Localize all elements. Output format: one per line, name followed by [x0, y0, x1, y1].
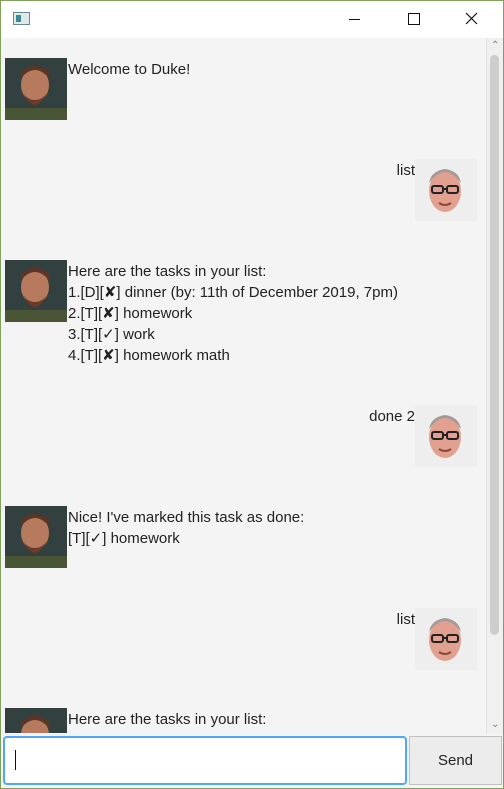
duke-message: Nice! I've marked this task as done: [T]… — [68, 509, 305, 547]
user-message: done 2 — [369, 408, 415, 425]
user-avatar-icon — [415, 405, 477, 467]
send-button[interactable]: Send — [409, 736, 502, 785]
duke-avatar-icon — [5, 708, 67, 733]
vertical-scrollbar[interactable]: ⌃ ⌄ — [486, 38, 503, 733]
scrollbar-thumb[interactable] — [490, 55, 499, 635]
scroll-down-icon[interactable]: ⌄ — [491, 720, 499, 730]
duke-message: Welcome to Duke! — [68, 61, 191, 78]
message-input[interactable] — [5, 738, 405, 783]
app-window-icon — [13, 12, 30, 25]
title-bar[interactable] — [1, 1, 503, 38]
duke-chat-window: Welcome to Duke! list Here are the tasks… — [0, 0, 504, 789]
duke-message: Here are the tasks in your list: — [68, 711, 267, 728]
user-avatar-icon — [415, 608, 477, 670]
message-input-container[interactable] — [3, 736, 407, 785]
user-avatar-icon — [415, 159, 477, 221]
duke-message: Here are the tasks in your list: 1.[D][✘… — [68, 263, 398, 364]
user-message: list — [396, 162, 415, 179]
scroll-up-icon[interactable]: ⌃ — [491, 41, 499, 51]
duke-avatar-icon — [5, 260, 67, 322]
minimize-button[interactable] — [331, 1, 377, 38]
close-icon — [465, 12, 478, 25]
maximize-button[interactable] — [390, 1, 436, 38]
user-message: list — [396, 611, 415, 628]
text-cursor — [15, 750, 16, 770]
chat-area[interactable]: Welcome to Duke! list Here are the tasks… — [1, 38, 486, 733]
duke-avatar-icon — [5, 506, 67, 568]
duke-avatar-icon — [5, 58, 67, 120]
close-button[interactable] — [449, 1, 495, 38]
